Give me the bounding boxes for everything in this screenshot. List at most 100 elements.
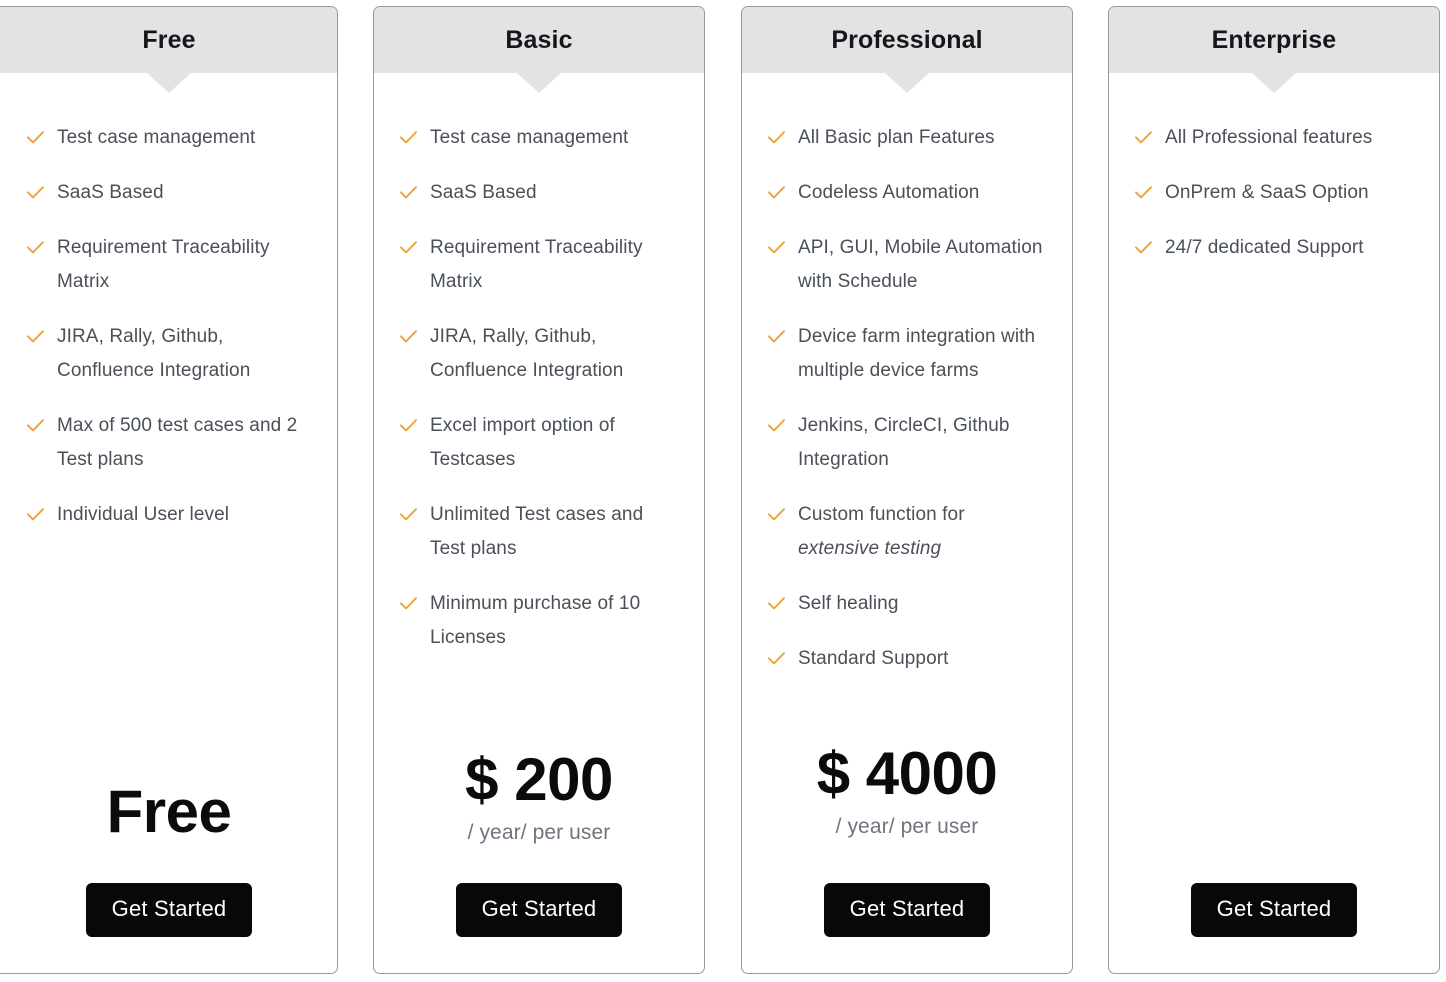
feature-item: Test case management	[27, 121, 311, 155]
feature-item: Standard Support	[768, 642, 1046, 676]
feature-text: Codeless Automation	[798, 182, 980, 203]
get-started-button[interactable]: Get Started	[823, 882, 991, 937]
feature-list: All Professional features OnPrem & SaaS O…	[1109, 73, 1439, 286]
check-icon	[1135, 231, 1152, 265]
feature-item: Minimum purchase of 10 Licenses	[400, 587, 678, 655]
feature-item: Requirement Traceability Matrix	[400, 231, 678, 299]
check-icon	[768, 409, 785, 443]
check-icon	[400, 320, 417, 354]
feature-text: Excel import option of Testcases	[430, 415, 615, 470]
feature-text: Unlimited Test cases and Test plans	[430, 504, 644, 559]
plan-title: Enterprise	[1211, 25, 1337, 54]
feature-item: OnPrem & SaaS Option	[1135, 176, 1413, 210]
feature-item: JIRA, Rally, Github, Confluence Integrat…	[27, 320, 311, 388]
cta-container: Get Started	[374, 845, 704, 973]
check-icon	[27, 176, 44, 210]
plan-header: Free	[0, 7, 337, 93]
check-icon	[768, 231, 785, 265]
check-icon	[768, 587, 785, 621]
cta-container: Get Started	[742, 839, 1072, 973]
plan-title: Professional	[831, 25, 983, 54]
feature-text: Test case management	[57, 127, 256, 148]
get-started-button[interactable]: Get Started	[455, 882, 623, 937]
plan-card-basic: Basic Test case management SaaS Based Requi…	[373, 6, 705, 974]
plan-header: Enterprise	[1109, 7, 1439, 93]
header-notch-triangle-icon	[147, 73, 191, 93]
price-block: Free	[0, 752, 337, 845]
check-icon	[1135, 176, 1152, 210]
price-period: / year/ per user	[467, 820, 611, 844]
feature-item: 24/7 dedicated Support	[1135, 231, 1413, 265]
feature-text: Jenkins, CircleCI, Github Integration	[798, 415, 1010, 470]
price-amount: Free	[106, 778, 232, 846]
feature-item: SaaS Based	[400, 176, 678, 210]
feature-item: JIRA, Rally, Github, Confluence Integrat…	[400, 320, 678, 388]
get-started-button[interactable]: Get Started	[1190, 882, 1358, 937]
feature-text: JIRA, Rally, Github, Confluence Integrat…	[57, 326, 251, 381]
check-icon	[400, 498, 417, 532]
check-icon	[27, 121, 44, 155]
feature-text: Test case management	[430, 127, 629, 148]
check-icon	[400, 587, 417, 621]
cta-container: Get Started	[0, 845, 337, 973]
price-period: / year/ per user	[835, 814, 979, 838]
check-icon	[768, 121, 785, 155]
feature-item: All Basic plan Features	[768, 121, 1046, 155]
plan-title: Free	[142, 25, 196, 54]
feature-text: API, GUI, Mobile Automation with Schedul…	[798, 237, 1043, 292]
check-icon	[27, 409, 44, 443]
feature-item: All Professional features	[1135, 121, 1413, 155]
check-icon	[400, 176, 417, 210]
feature-text: Requirement Traceability Matrix	[57, 237, 270, 292]
check-icon	[400, 409, 417, 443]
feature-text: All Professional features	[1165, 127, 1373, 148]
plan-header: Basic	[374, 7, 704, 93]
feature-list: All Basic plan Features Codeless Automati…	[742, 73, 1072, 697]
pricing-table: Free Test case management SaaS Based Requir…	[0, 0, 1446, 982]
feature-text-emphasis: extensive testing	[798, 538, 942, 559]
header-notch-triangle-icon	[1252, 73, 1296, 93]
feature-text: SaaS Based	[430, 182, 537, 203]
feature-item: Codeless Automation	[768, 176, 1046, 210]
check-icon	[27, 231, 44, 265]
check-icon	[400, 231, 417, 265]
get-started-button[interactable]: Get Started	[85, 882, 253, 937]
feature-text: 24/7 dedicated Support	[1165, 237, 1364, 258]
feature-text: Individual User level	[57, 504, 230, 525]
check-icon	[768, 320, 785, 354]
feature-text: Self healing	[798, 593, 899, 614]
feature-item: Excel import option of Testcases	[400, 409, 678, 477]
price-amount: $ 200	[465, 746, 613, 814]
feature-item: Device farm integration with multiple de…	[768, 320, 1046, 388]
feature-text: OnPrem & SaaS Option	[1165, 182, 1369, 203]
plan-card-enterprise: Enterprise All Professional features OnPre…	[1108, 6, 1440, 974]
feature-list: Test case management SaaS Based Requiremen…	[374, 73, 704, 676]
feature-text: Minimum purchase of 10 Licenses	[430, 593, 641, 648]
feature-list: Test case management SaaS Based Requiremen…	[0, 73, 337, 553]
plan-card-free: Free Test case management SaaS Based Requir…	[0, 6, 338, 974]
check-icon	[27, 320, 44, 354]
check-icon	[768, 176, 785, 210]
header-notch-triangle-icon	[885, 73, 929, 93]
price-amount: $ 4000	[816, 740, 998, 808]
cta-container: Get Started	[1109, 837, 1439, 973]
check-icon	[768, 498, 785, 532]
check-icon	[400, 121, 417, 155]
plan-header: Professional	[742, 7, 1072, 93]
header-notch-triangle-icon	[517, 73, 561, 93]
feature-item: Jenkins, CircleCI, Github Integration	[768, 409, 1046, 477]
price-block: $ 4000 / year/ per user	[742, 728, 1072, 839]
feature-text: All Basic plan Features	[798, 127, 995, 148]
feature-text: Device farm integration with multiple de…	[798, 326, 1036, 381]
feature-item: Self healing	[768, 587, 1046, 621]
plan-title: Basic	[505, 25, 573, 54]
feature-item: Unlimited Test cases and Test plans	[400, 498, 678, 566]
check-icon	[27, 498, 44, 532]
plan-card-professional: Professional All Basic plan Features Codel…	[741, 6, 1073, 974]
check-icon	[768, 642, 785, 676]
feature-text: Custom function for extensive testing	[798, 504, 965, 559]
feature-text: Max of 500 test cases and 2 Test plans	[57, 415, 298, 470]
price-block: $ 200 / year/ per user	[374, 724, 704, 845]
feature-item: API, GUI, Mobile Automation with Schedul…	[768, 231, 1046, 299]
feature-text: Standard Support	[798, 648, 949, 669]
